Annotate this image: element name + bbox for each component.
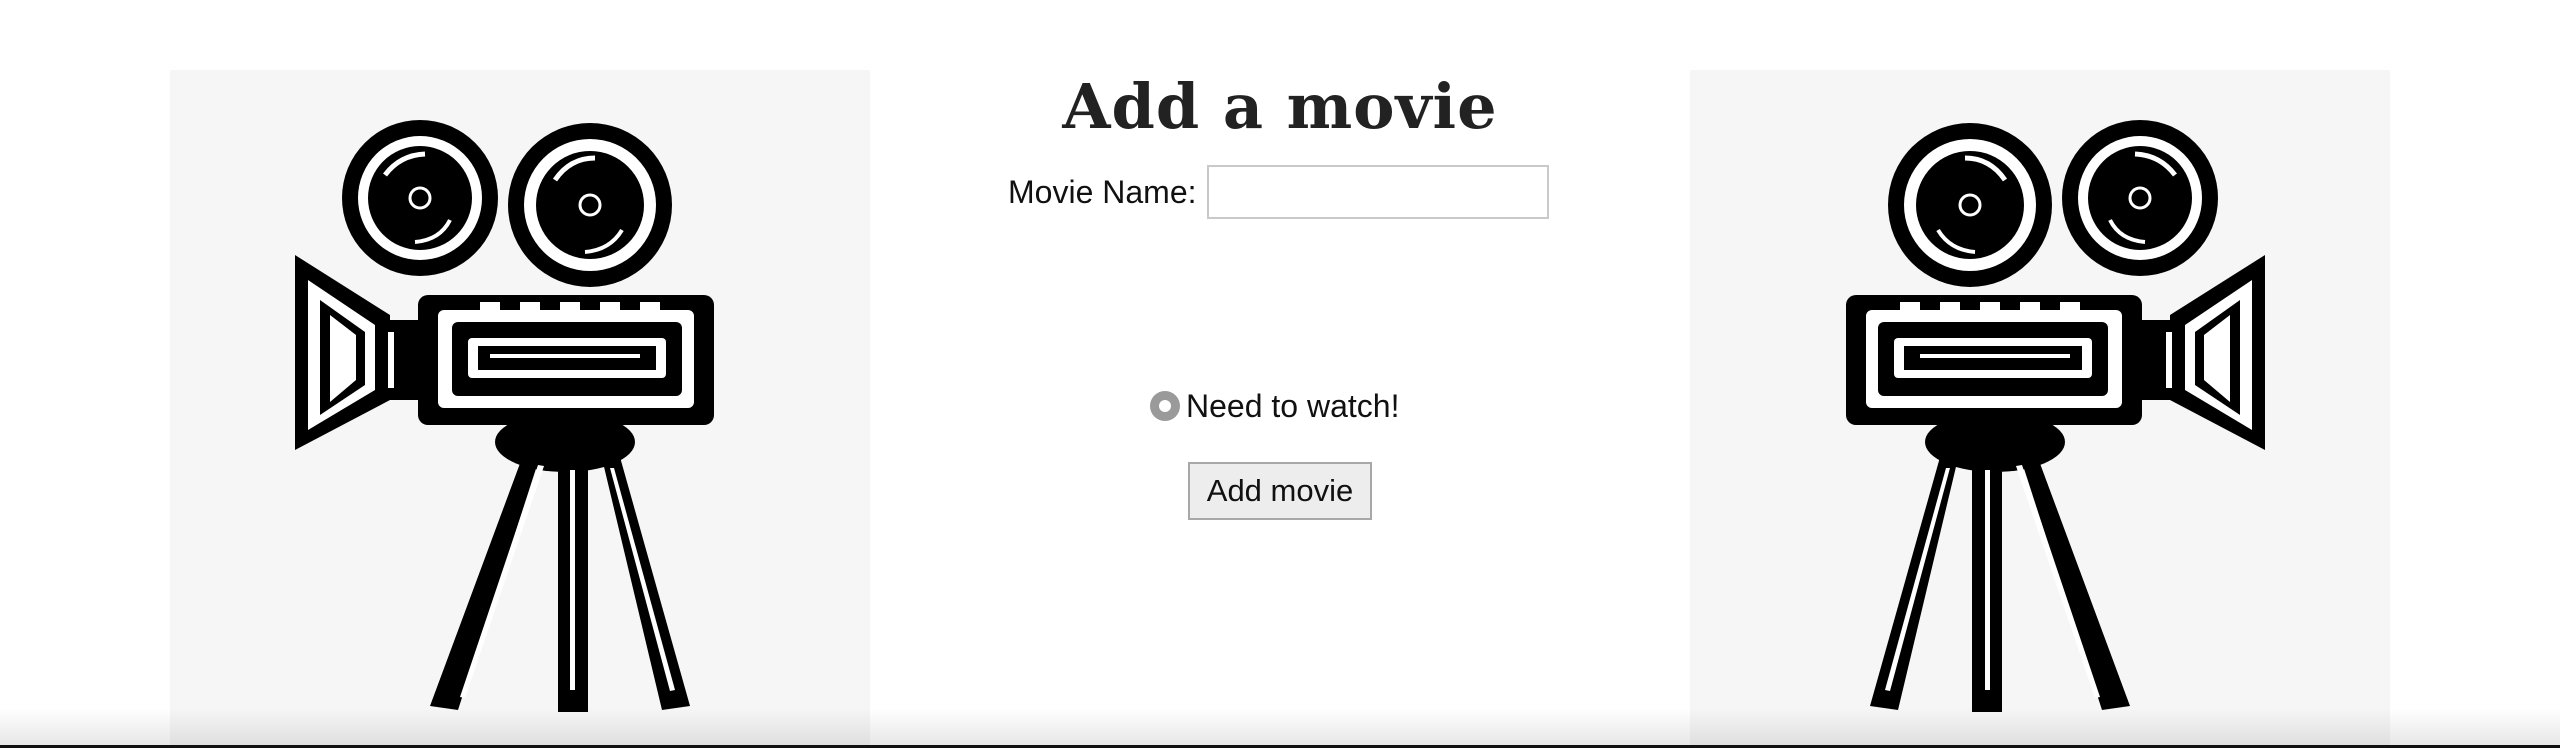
add-movie-button[interactable]: Add movie bbox=[1188, 462, 1372, 520]
movie-camera-icon bbox=[295, 120, 714, 712]
movie-name-input[interactable] bbox=[1206, 165, 1549, 219]
movie-name-label: Movie Name: bbox=[1008, 173, 1197, 210]
need-to-watch-label: Need to watch! bbox=[1186, 387, 1400, 424]
add-movie-form: Add a movie Movie Name: Need to watch! A… bbox=[870, 70, 1690, 670]
need-to-watch-option[interactable]: Need to watch! bbox=[1150, 386, 1399, 426]
movie-camera-icon bbox=[1846, 120, 2265, 712]
need-to-watch-radio[interactable] bbox=[1150, 391, 1180, 421]
movie-name-row: Movie Name: bbox=[1008, 162, 1549, 222]
right-camera-panel bbox=[1690, 70, 2390, 748]
page: Add a movie Movie Name: Need to watch! A… bbox=[0, 0, 2560, 748]
page-title: Add a movie bbox=[1062, 70, 1498, 143]
left-camera-panel bbox=[170, 70, 870, 748]
